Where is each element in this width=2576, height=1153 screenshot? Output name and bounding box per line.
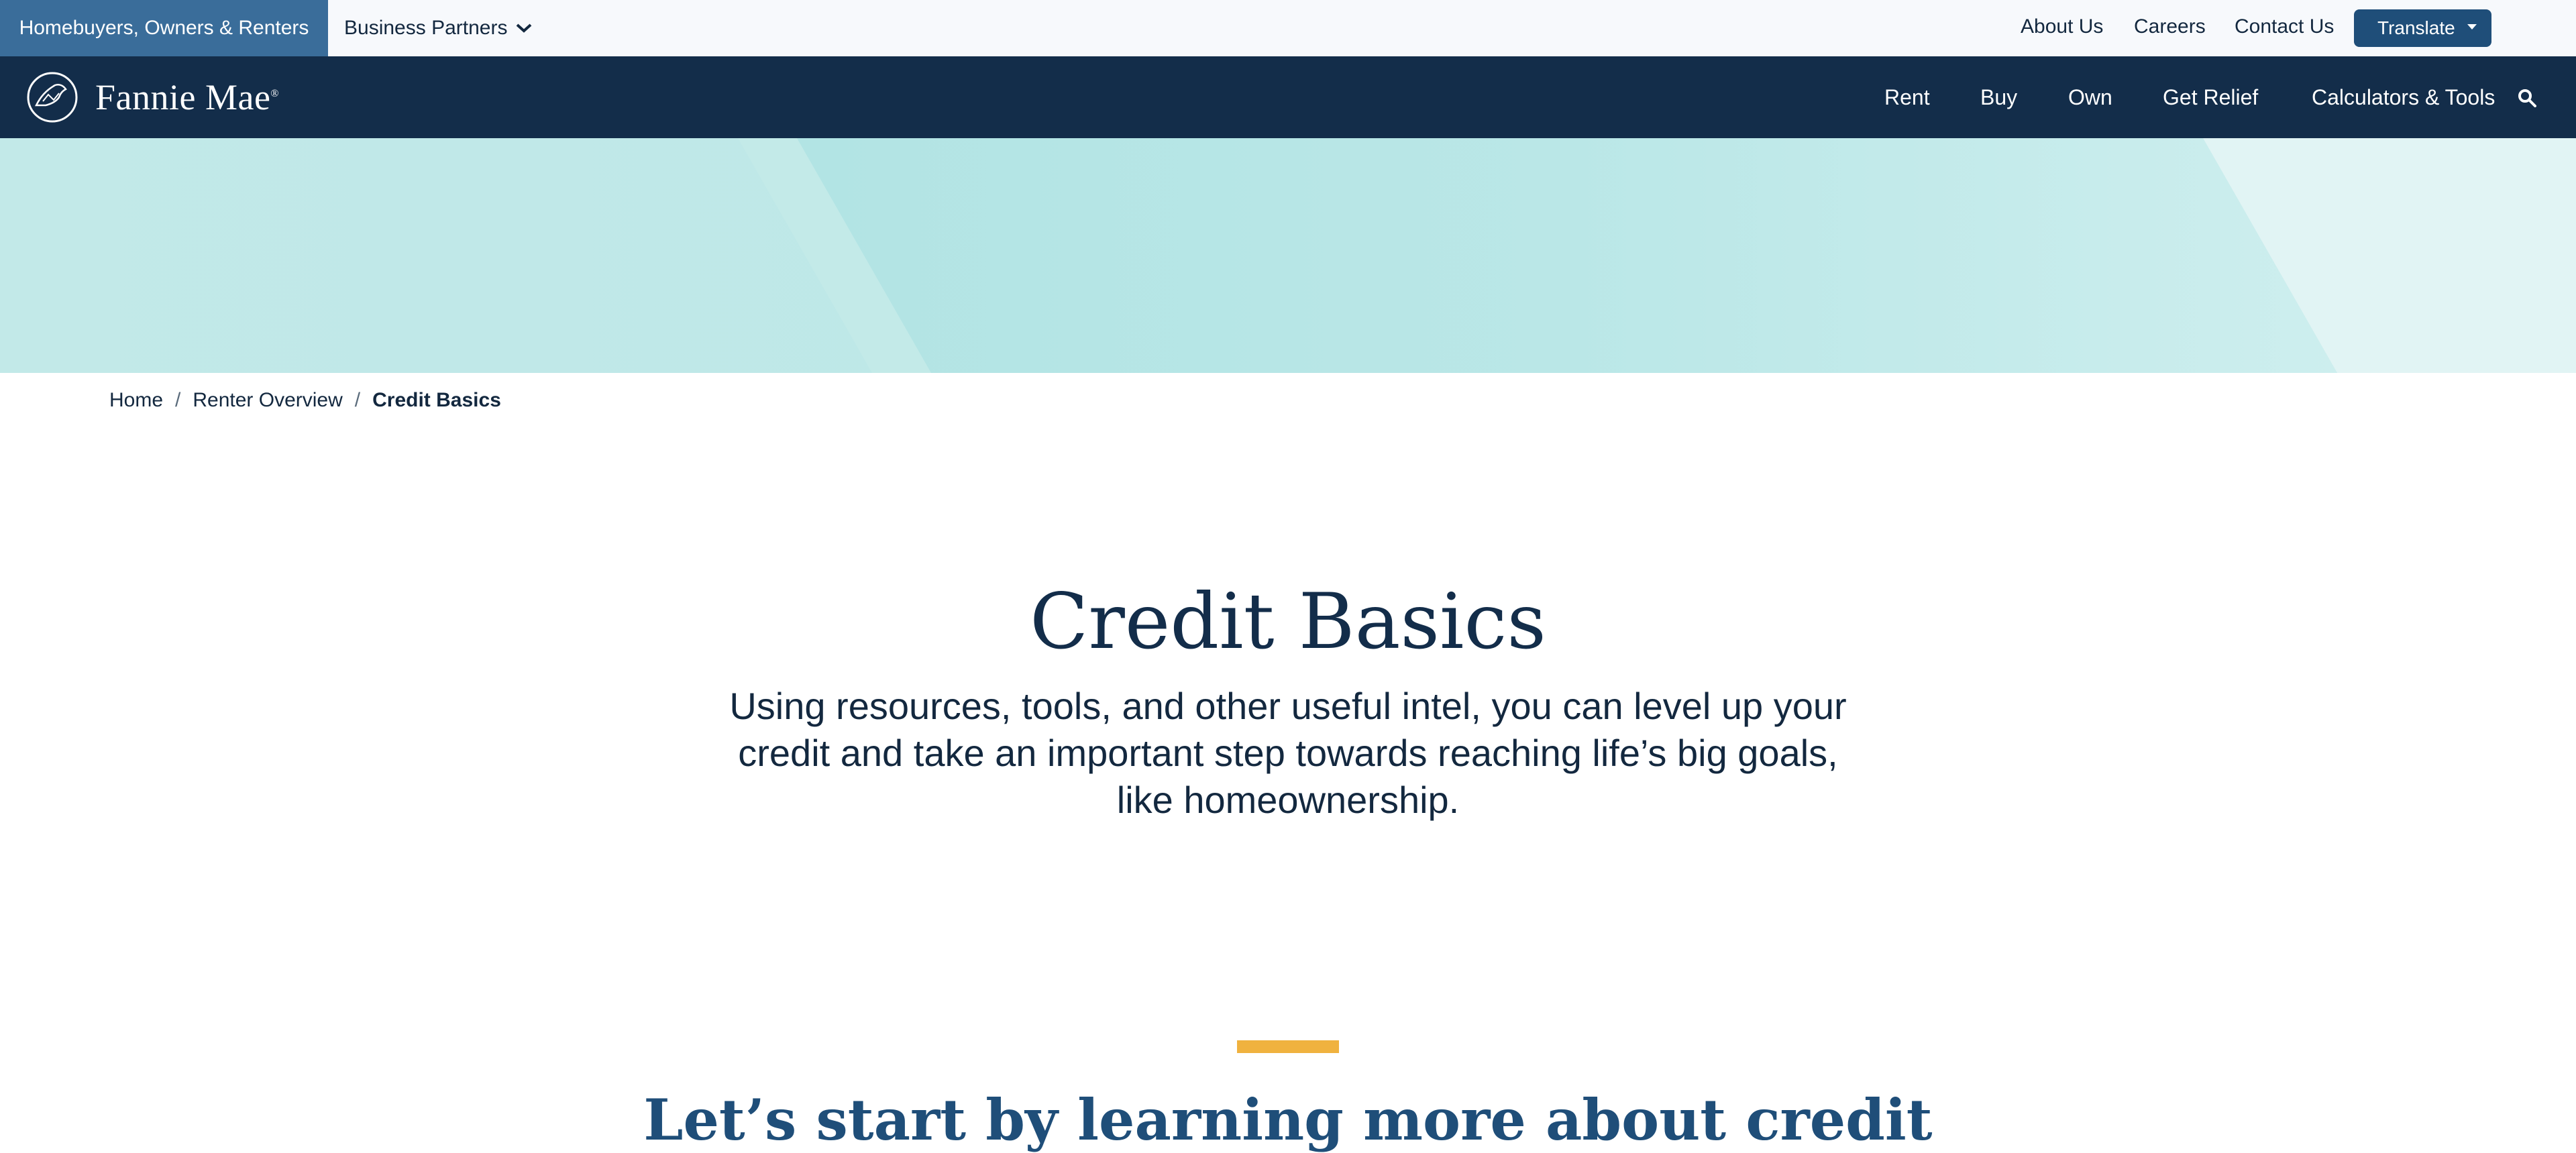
main-nav: Fannie Mae® Rent Buy Own Get Relief Calc…: [0, 56, 2576, 138]
page-title: Credit Basics: [1030, 577, 1546, 666]
nav-buy[interactable]: Buy: [1980, 56, 2017, 138]
hero-banner: [0, 138, 2576, 373]
nav-rent[interactable]: Rent: [1884, 56, 1930, 138]
breadcrumb-current: Credit Basics: [372, 389, 501, 411]
search-icon[interactable]: [2517, 88, 2537, 108]
nav-own[interactable]: Own: [2068, 56, 2112, 138]
breadcrumb-home[interactable]: Home: [109, 389, 163, 412]
audience-tab-homebuyers[interactable]: Homebuyers, Owners & Renters: [0, 0, 328, 56]
logo-emblem-icon: [27, 72, 78, 123]
about-us-link[interactable]: About Us: [2021, 0, 2103, 56]
breadcrumb-separator: /: [354, 389, 361, 411]
logo-wordmark: Fannie Mae®: [95, 77, 280, 117]
translate-button[interactable]: Translate: [2354, 9, 2491, 47]
intro-text: Using resources, tools, and other useful…: [729, 685, 1847, 821]
fannie-mae-logo[interactable]: Fannie Mae®: [25, 68, 279, 126]
chevron-down-icon: [517, 23, 532, 33]
contact-us-link[interactable]: Contact Us: [2235, 0, 2334, 56]
utility-bar: Homebuyers, Owners & Renters Business Pa…: [0, 0, 2576, 57]
nav-get-relief[interactable]: Get Relief: [2163, 56, 2258, 138]
breadcrumb-renter-overview[interactable]: Renter Overview: [193, 389, 342, 412]
business-partners-label: Business Partners: [344, 17, 508, 39]
audience-tab-business-partners[interactable]: Business Partners: [344, 0, 533, 56]
section-title: Let’s start by learning more about credi…: [643, 1087, 1933, 1153]
translate-label: Translate: [2377, 17, 2455, 38]
breadcrumb-separator: /: [175, 389, 181, 411]
section-accent-bar: [1237, 1040, 1339, 1053]
hero-background-graphic: [0, 138, 2576, 373]
careers-link[interactable]: Careers: [2134, 0, 2206, 56]
breadcrumb: Home / Renter Overview / Credit Basics: [109, 389, 501, 412]
nav-calculators-tools[interactable]: Calculators & Tools: [2312, 56, 2495, 138]
caret-down-icon: [2467, 24, 2477, 30]
